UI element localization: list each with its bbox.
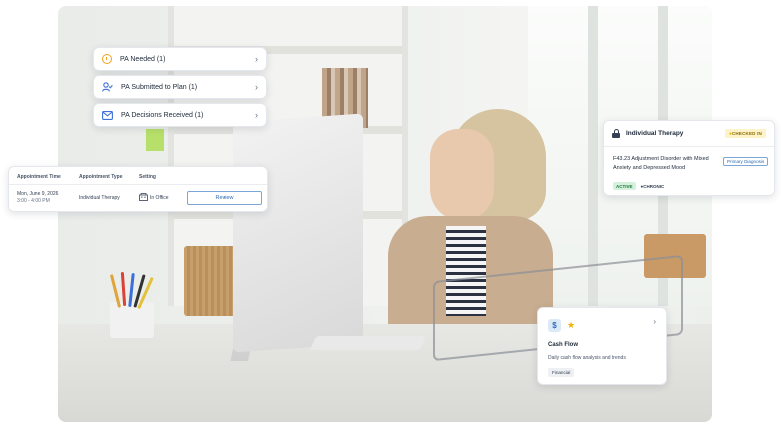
monitor — [233, 113, 363, 353]
diagnosis-text: F43.23 Adjustment Disorder with Mixed An… — [613, 156, 709, 171]
alert-pa-submitted[interactable]: PA Submitted to Plan (1) › — [93, 75, 267, 99]
chevron-right-icon[interactable]: › — [653, 317, 656, 326]
appointment-setting: In Office — [150, 195, 169, 201]
col-header-setting: Setting — [139, 174, 156, 180]
appointment-date: Mon, June 9, 2026 — [17, 191, 59, 197]
cash-flow-title: Cash Flow — [548, 342, 579, 348]
divider — [9, 184, 267, 185]
therapy-header: Individual Therapy CHECKED IN — [604, 121, 774, 147]
cash-flow-description: Daily cash flow analysis and trends — [548, 355, 626, 361]
col-header-type: Appointment Type — [79, 174, 123, 180]
sticky-note — [146, 129, 164, 151]
category-tag: Financial — [548, 368, 575, 377]
col-header-time: Appointment Time — [17, 174, 61, 180]
chevron-right-icon: › — [223, 195, 226, 201]
alert-pa-needed[interactable]: PA Needed (1) › — [93, 47, 267, 71]
appointment-type: Individual Therapy — [79, 195, 120, 201]
star-icon[interactable]: ★ — [567, 321, 575, 330]
pencil — [120, 271, 127, 307]
table-row: Mon, June 9, 2026 3:00 - 4:00 PM Individ… — [9, 191, 267, 207]
appointment-card: Appointment Time Appointment Type Settin… — [8, 166, 268, 212]
chevron-right-icon: › — [255, 110, 258, 120]
clock-icon — [102, 54, 112, 64]
keyboard — [309, 336, 427, 350]
person-face — [430, 129, 494, 221]
therapy-title: Individual Therapy — [626, 130, 684, 137]
lock-icon — [612, 129, 620, 138]
checked-in-badge: CHECKED IN — [725, 129, 766, 138]
user-check-icon — [102, 82, 113, 92]
review-button[interactable]: Review › — [187, 191, 262, 205]
appointment-header: Appointment Time Appointment Type Settin… — [9, 174, 267, 182]
chevron-right-icon: › — [255, 54, 258, 64]
dollar-icon: $ — [548, 319, 561, 332]
appointment-time: 3:00 - 4:00 PM — [17, 198, 50, 204]
hero-stage: PA Needed (1) › PA Submitted to Plan (1)… — [0, 0, 781, 426]
alert-label: PA Submitted to Plan (1) — [121, 83, 198, 91]
therapy-card: Individual Therapy CHECKED IN F43.23 Adj… — [603, 120, 775, 196]
building-icon — [139, 193, 148, 203]
chevron-right-icon: › — [255, 82, 258, 92]
alert-pa-decisions[interactable]: PA Decisions Received (1) › — [93, 103, 267, 127]
mail-icon — [102, 110, 113, 120]
active-badge: ACTIVE — [613, 182, 636, 190]
alert-label: PA Decisions Received (1) — [121, 111, 204, 119]
pencil-cup — [110, 302, 154, 338]
alert-label: PA Needed (1) — [120, 55, 166, 63]
cash-flow-icons: $ ★ — [548, 319, 575, 332]
primary-diagnosis-badge: Primary Diagnosis — [723, 157, 769, 166]
chronic-badge: CHRONIC — [641, 184, 664, 189]
status-row: ACTIVE CHRONIC — [613, 182, 664, 190]
window-frame — [588, 6, 598, 306]
cash-flow-card[interactable]: $ ★ › Cash Flow Daily cash flow analysis… — [537, 307, 667, 385]
